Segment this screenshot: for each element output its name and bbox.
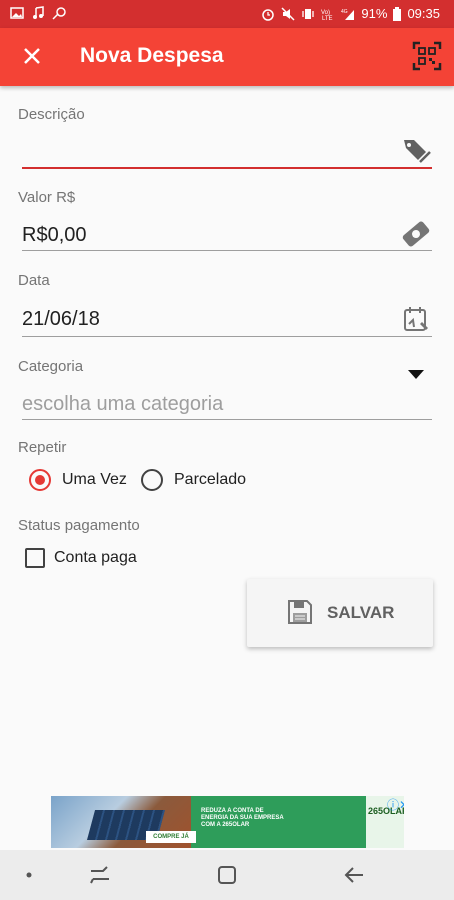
svg-text:LTE: LTE	[322, 16, 333, 21]
signal-icon: 4G	[341, 9, 355, 20]
money-icon[interactable]	[400, 218, 432, 250]
alarm-icon	[262, 8, 275, 21]
valor-input[interactable]: R$0,00	[22, 224, 87, 247]
ad-info-close-icon[interactable]: ⓘ✕	[387, 796, 404, 813]
save-button[interactable]: SALVAR	[247, 579, 433, 647]
tag-icon[interactable]	[400, 134, 432, 166]
close-icon[interactable]	[18, 42, 46, 70]
mute-icon	[281, 6, 295, 21]
page-title: Nova Despesa	[80, 44, 224, 67]
vibrate-icon	[302, 8, 315, 19]
categoria-select[interactable]: escolha uma categoria	[22, 393, 223, 416]
data-label: Data	[18, 272, 50, 289]
qr-code-scan-icon[interactable]	[412, 41, 442, 71]
data-input[interactable]: 21/06/18	[22, 308, 100, 331]
radio-uma-vez[interactable]	[29, 469, 51, 491]
radio-uma-vez-label[interactable]: Uma Vez	[62, 471, 127, 489]
navigation-bar	[0, 850, 454, 900]
status-pagamento-label: Status pagamento	[18, 517, 140, 534]
volte-icon: Vo)LTE	[321, 10, 333, 21]
dot-icon[interactable]	[26, 872, 32, 878]
categoria-underline	[22, 419, 432, 420]
dropdown-arrow-icon[interactable]	[408, 370, 424, 380]
battery-percent: 91%	[361, 6, 388, 21]
cast-icon	[52, 7, 66, 20]
data-underline	[22, 336, 432, 337]
calendar-icon[interactable]	[400, 303, 432, 335]
save-button-label: SALVAR	[327, 603, 395, 622]
descricao-underline	[22, 167, 432, 169]
conta-paga-label[interactable]: Conta paga	[54, 549, 137, 567]
floppy-disk-icon	[288, 600, 312, 624]
valor-label: Valor R$	[18, 189, 76, 206]
battery-icon	[393, 6, 402, 21]
conta-paga-checkbox[interactable]	[25, 548, 45, 568]
radio-parcelado[interactable]	[141, 469, 163, 491]
ad-headline: REDUZA A CONTA DE ENERGIA DA SUA EMPRESA…	[201, 808, 284, 828]
home-icon[interactable]	[217, 865, 237, 885]
radio-parcelado-label[interactable]: Parcelado	[174, 471, 246, 489]
clock: 09:35	[407, 6, 440, 21]
descricao-label: Descrição	[18, 106, 85, 123]
ad-banner[interactable]: COMPRE JÁ REDUZA A CONTA DE ENERGIA DA S…	[51, 796, 404, 848]
image-icon	[10, 7, 24, 19]
music-note-icon	[33, 6, 44, 19]
back-icon[interactable]	[343, 865, 365, 885]
status-bar: Vo) LTE 4G 91% 09:35	[0, 0, 454, 28]
recent-apps-icon[interactable]	[89, 865, 111, 885]
svg-text:4G: 4G	[341, 9, 348, 15]
ad-cta-button[interactable]: COMPRE JÁ	[146, 831, 196, 843]
categoria-label: Categoria	[18, 358, 84, 375]
repetir-label: Repetir	[18, 439, 67, 456]
app-bar: Nova Despesa	[0, 28, 454, 86]
valor-underline	[22, 250, 432, 251]
